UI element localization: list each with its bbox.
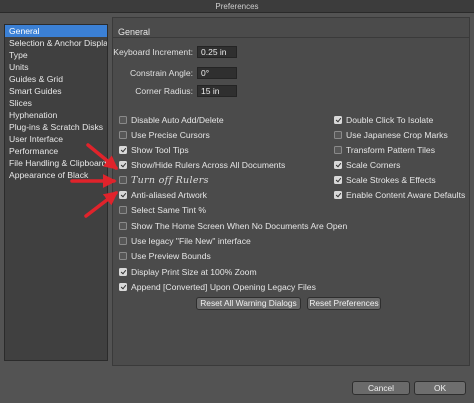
option-label: Use Japanese Crop Marks <box>346 130 448 140</box>
checkbox[interactable] <box>334 191 342 199</box>
checkbox[interactable] <box>334 161 342 169</box>
option-show-tool-tips[interactable]: Show Tool Tips <box>119 144 189 156</box>
option-label: Use Precise Cursors <box>131 130 210 140</box>
sidebar-item-performance[interactable]: Performance <box>5 145 107 157</box>
option-display-print-size[interactable]: Display Print Size at 100% Zoom <box>119 266 257 278</box>
checkbox[interactable] <box>334 176 342 184</box>
option-label: Scale Corners <box>346 160 401 170</box>
section-title: General <box>118 27 151 37</box>
section-divider <box>113 37 469 38</box>
option-scale-corners[interactable]: Scale Corners <box>334 159 400 171</box>
checkbox[interactable] <box>119 283 127 291</box>
checkbox[interactable] <box>119 191 127 199</box>
option-label: Anti-aliased Artwork <box>131 190 207 200</box>
ok-button[interactable]: OK <box>414 381 466 395</box>
constrain-angle-input[interactable] <box>197 66 237 79</box>
option-disable-auto-add-delete[interactable]: Disable Auto Add/Delete <box>119 114 224 126</box>
option-select-same-tint[interactable]: Select Same Tint % <box>119 204 206 216</box>
option-use-precise-cursors[interactable]: Use Precise Cursors <box>119 129 210 141</box>
option-use-preview-bounds[interactable]: Use Preview Bounds <box>119 250 211 262</box>
constrain-angle-row: Constrain Angle: <box>113 66 237 79</box>
option-show-home-screen[interactable]: Show The Home Screen When No Documents A… <box>119 220 347 232</box>
sidebar-item-units[interactable]: Units <box>5 61 107 73</box>
corner-radius-row: Corner Radius: <box>113 84 237 97</box>
sidebar-item-file-handling-clipboard[interactable]: File Handling & Clipboard <box>5 157 107 169</box>
checkbox[interactable] <box>119 146 127 154</box>
reset-preferences-button[interactable]: Reset Preferences <box>307 297 381 310</box>
option-label: Select Same Tint % <box>131 205 206 215</box>
option-double-click-to-isolate[interactable]: Double Click To Isolate <box>334 114 433 126</box>
constrain-angle-label: Constrain Angle: <box>129 67 193 78</box>
option-turn-off-rulers[interactable]: Turn off Rulers <box>119 174 209 186</box>
option-label: Scale Strokes & Effects <box>346 175 436 185</box>
checkbox[interactable] <box>334 146 342 154</box>
window-title: Preferences <box>0 0 474 13</box>
checkbox[interactable] <box>119 268 127 276</box>
sidebar-item-type[interactable]: Type <box>5 49 107 61</box>
checkbox[interactable] <box>334 131 342 139</box>
cancel-button[interactable]: Cancel <box>352 381 410 395</box>
reset-warning-dialogs-button[interactable]: Reset All Warning Dialogs <box>196 297 301 310</box>
sidebar-item-smart-guides[interactable]: Smart Guides <box>5 85 107 97</box>
sidebar-item-plugins-scratch-disks[interactable]: Plug-ins & Scratch Disks <box>5 121 107 133</box>
option-label: Use Preview Bounds <box>131 251 211 261</box>
checkbox[interactable] <box>119 237 127 245</box>
sidebar-item-appearance-of-black[interactable]: Appearance of Black <box>5 169 107 181</box>
option-label: Transform Pattern Tiles <box>346 145 435 155</box>
option-label: Use legacy "File New" interface <box>131 236 251 246</box>
option-anti-aliased-artwork[interactable]: Anti-aliased Artwork <box>119 189 207 201</box>
checkbox[interactable] <box>119 206 127 214</box>
corner-radius-input[interactable] <box>197 84 237 97</box>
checkbox[interactable] <box>119 252 127 260</box>
option-transform-pattern-tiles[interactable]: Transform Pattern Tiles <box>334 144 435 156</box>
option-show-hide-rulers[interactable]: Show/Hide Rulers Across All Documents <box>119 159 285 171</box>
option-append-converted[interactable]: Append [Converted] Upon Opening Legacy F… <box>119 281 316 293</box>
option-label: Enable Content Aware Defaults <box>346 190 466 200</box>
sidebar-item-user-interface[interactable]: User Interface <box>5 133 107 145</box>
keyboard-increment-row: Keyboard Increment: <box>113 45 237 58</box>
option-label: Disable Auto Add/Delete <box>131 115 224 125</box>
checkbox[interactable] <box>119 161 127 169</box>
sidebar-item-slices[interactable]: Slices <box>5 97 107 109</box>
corner-radius-label: Corner Radius: <box>135 85 193 96</box>
sidebar-item-guides-grid[interactable]: Guides & Grid <box>5 73 107 85</box>
checkbox[interactable] <box>119 176 127 184</box>
checkbox[interactable] <box>119 222 127 230</box>
preferences-sidebar: General Selection & Anchor Display Type … <box>4 24 108 361</box>
option-use-japanese-crop-marks[interactable]: Use Japanese Crop Marks <box>334 129 448 141</box>
option-label: Show/Hide Rulers Across All Documents <box>131 160 286 170</box>
checkbox[interactable] <box>334 116 342 124</box>
option-label: Append [Converted] Upon Opening Legacy F… <box>131 282 316 292</box>
option-label: Turn off Rulers <box>131 174 209 186</box>
keyboard-increment-label: Keyboard Increment: <box>113 46 193 57</box>
checkbox[interactable] <box>119 131 127 139</box>
sidebar-item-general[interactable]: General <box>5 25 107 37</box>
option-scale-strokes-effects[interactable]: Scale Strokes & Effects <box>334 174 436 186</box>
sidebar-item-hyphenation[interactable]: Hyphenation <box>5 109 107 121</box>
checkbox[interactable] <box>119 116 127 124</box>
option-label: Double Click To Isolate <box>346 115 434 125</box>
option-label: Show Tool Tips <box>131 145 189 155</box>
option-label: Show The Home Screen When No Documents A… <box>131 221 348 231</box>
option-use-legacy-file-new[interactable]: Use legacy "File New" interface <box>119 235 251 247</box>
keyboard-increment-input[interactable] <box>197 45 237 58</box>
sidebar-item-selection-anchor-display[interactable]: Selection & Anchor Display <box>5 37 107 49</box>
option-enable-content-aware-defaults[interactable]: Enable Content Aware Defaults <box>334 189 465 201</box>
option-label: Display Print Size at 100% Zoom <box>131 267 257 277</box>
